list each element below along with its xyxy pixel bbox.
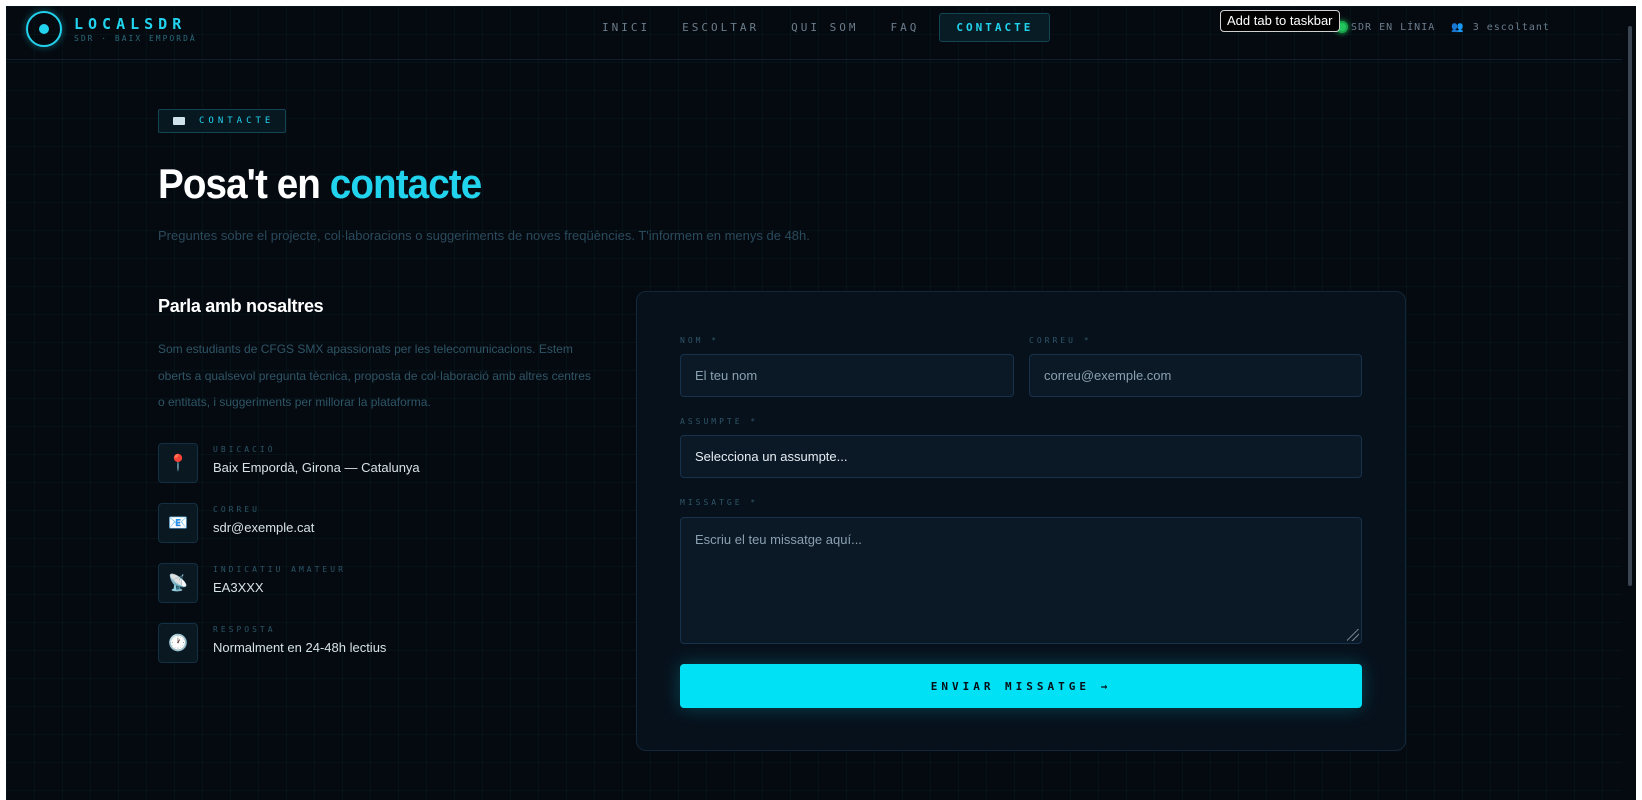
subject-select[interactable]: Selecciona un assumpte... xyxy=(680,435,1362,478)
logo-subtitle: SDR · BAIX EMPORDÀ xyxy=(74,34,197,43)
page-frame: LOCALSDR SDR · BAIX EMPORDÀ INICI ESCOLT… xyxy=(6,6,1636,800)
name-label: NOM * xyxy=(680,336,720,345)
logo-radio-icon xyxy=(26,11,62,47)
nav-item-faq[interactable]: FAQ xyxy=(874,14,935,41)
info-label: CORREU xyxy=(213,505,260,514)
page-title: Posa't en contacte xyxy=(158,160,482,208)
contact-info-list: 📍 UBICACIÓ Baix Empordà, Girona — Catalu… xyxy=(158,443,420,683)
info-item-location: 📍 UBICACIÓ Baix Empordà, Girona — Catalu… xyxy=(158,443,420,503)
nav-item-inici[interactable]: INICI xyxy=(586,14,666,41)
send-message-button[interactable]: ENVIAR MISSATGE → xyxy=(680,664,1362,708)
message-label: MISSATGE * xyxy=(680,498,759,507)
listeners-count: 👥 3 escoltant xyxy=(1451,22,1550,33)
top-header: LOCALSDR SDR · BAIX EMPORDÀ INICI ESCOLT… xyxy=(6,6,1622,60)
message-textarea[interactable]: Escriu el teu missatge aquí... xyxy=(680,517,1362,644)
info-value: Baix Empordà, Girona — Catalunya xyxy=(213,460,420,475)
email-icon: 📧 xyxy=(158,503,198,543)
location-pin-icon: 📍 xyxy=(158,443,198,483)
info-item-email: 📧 CORREU sdr@exemple.cat xyxy=(158,503,420,563)
users-icon: 👥 xyxy=(1451,21,1464,33)
info-label: UBICACIÓ xyxy=(213,445,276,454)
badge-label: CONTACTE xyxy=(199,116,275,126)
status-area: SDR EN LÍNIA 👥 3 escoltant xyxy=(1336,21,1550,33)
browser-tooltip: Add tab to taskbar xyxy=(1220,10,1340,32)
info-value: sdr@exemple.cat xyxy=(213,520,315,535)
sdr-status-text: SDR EN LÍNIA xyxy=(1351,21,1436,33)
info-item-callsign: 📡 INDICATIU AMATEUR EA3XXX xyxy=(158,563,420,623)
nav-item-qui-som[interactable]: QUI SOM xyxy=(775,14,874,41)
vertical-scrollbar[interactable] xyxy=(1622,6,1636,800)
main-nav: INICI ESCOLTAR QUI SOM FAQ CONTACTE xyxy=(586,13,1051,42)
name-input[interactable]: El teu nom xyxy=(680,354,1014,397)
message-placeholder: Escriu el teu missatge aquí... xyxy=(695,532,862,547)
contact-heading: Parla amb nosaltres xyxy=(158,296,324,316)
section-badge: CONTACTE xyxy=(158,109,286,133)
email-label: CORREU * xyxy=(1029,336,1092,345)
contact-description: Som estudiants de CFGS SMX apassionats p… xyxy=(158,342,591,409)
info-item-response: 🕐 RESPOSTA Normalment en 24-48h lectius xyxy=(158,623,420,683)
contact-form: NOM * El teu nom CORREU * correu@exemple… xyxy=(636,291,1406,751)
page-title-main: Posa't en xyxy=(158,160,330,207)
page-subtitle: Preguntes sobre el projecte, col·laborac… xyxy=(158,228,810,243)
logo[interactable]: LOCALSDR SDR · BAIX EMPORDÀ xyxy=(26,11,197,47)
subject-label: ASSUMPTE * xyxy=(680,417,759,426)
scrollbar-thumb[interactable] xyxy=(1628,26,1632,586)
info-label: RESPOSTA xyxy=(213,625,276,634)
logo-title: LOCALSDR xyxy=(74,15,187,33)
nav-item-contacte[interactable]: CONTACTE xyxy=(939,13,1051,42)
page-title-accent: contacte xyxy=(329,160,482,207)
clock-icon: 🕐 xyxy=(158,623,198,663)
info-label: INDICATIU AMATEUR xyxy=(213,565,346,574)
info-value: EA3XXX xyxy=(213,580,264,595)
resize-handle-icon[interactable] xyxy=(1347,629,1359,641)
nav-item-escoltar[interactable]: ESCOLTAR xyxy=(666,14,775,41)
email-input[interactable]: correu@exemple.com xyxy=(1029,354,1362,397)
info-value: Normalment en 24-48h lectius xyxy=(213,640,387,655)
listeners-text: 3 escoltant xyxy=(1472,21,1550,33)
envelope-icon xyxy=(173,117,185,125)
satellite-dish-icon: 📡 xyxy=(158,563,198,603)
